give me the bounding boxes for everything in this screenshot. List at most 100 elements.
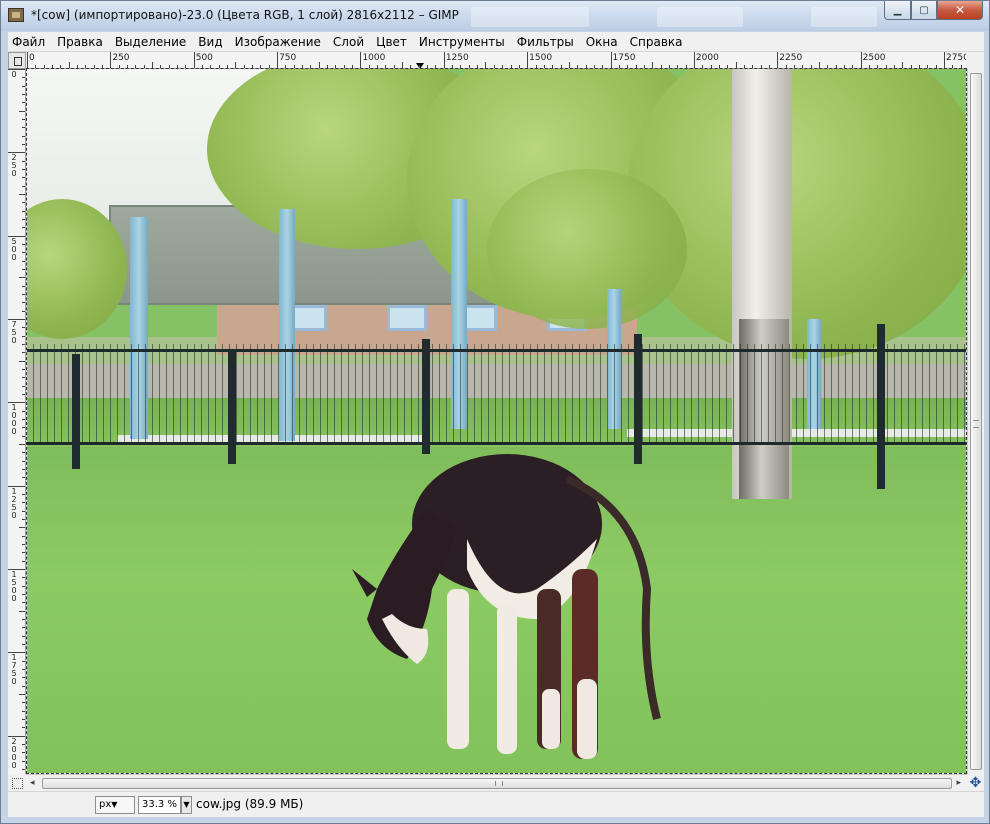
ruler-tick: [22, 244, 25, 245]
ruler-label: 1750: [612, 53, 636, 63]
ruler-tick: [218, 65, 220, 68]
vertical-ruler[interactable]: 0 250 500 750 1000 1250 1500 1750 2000: [8, 69, 26, 774]
navigate-icon[interactable]: ✥: [967, 774, 984, 791]
horizontal-ruler[interactable]: 0 250 500 750 1000 1250 1500 1750 2000 2250 2500 27…: [26, 52, 966, 69]
menu-item[interactable]: Цвет: [370, 32, 413, 52]
ruler-tick: [22, 377, 25, 379]
ruler-tick: [493, 65, 495, 68]
ruler-tick: [22, 752, 25, 754]
ruler-tick: [22, 627, 25, 629]
ruler-tick: [552, 65, 554, 68]
menu-item[interactable]: Правка: [51, 32, 109, 52]
ruler-tick: [22, 502, 25, 504]
ruler-tick: [935, 65, 937, 68]
gimp-app-icon[interactable]: [8, 8, 24, 22]
ruler-tick: [277, 52, 279, 68]
ruler-tick: [143, 65, 145, 68]
ruler-tick: [760, 65, 762, 68]
ruler-tick: [627, 65, 629, 68]
ruler-tick: [385, 65, 387, 68]
ruler-tick: [618, 65, 620, 68]
tree-foliage: [627, 69, 966, 359]
zoom-dropdown-icon[interactable]: ▼: [181, 796, 192, 814]
ruler-tick: [22, 560, 25, 562]
ruler-tick: [68, 62, 70, 68]
ruler-label: 500: [195, 53, 213, 63]
ruler-tick: [160, 65, 162, 68]
unit-value: px: [99, 799, 112, 810]
scroll-left-icon[interactable]: ◂: [30, 778, 35, 788]
close-button[interactable]: ✕: [937, 1, 983, 20]
ruler-tick: [943, 52, 945, 68]
minimize-button[interactable]: ▁: [884, 1, 911, 20]
ruler-tick: [610, 52, 612, 68]
menu-item[interactable]: Инструменты: [413, 32, 511, 52]
ruler-tick: [393, 65, 395, 68]
scroll-right-icon[interactable]: ▸: [956, 778, 961, 788]
ruler-tick: [285, 65, 287, 68]
ruler-tick: [502, 65, 504, 68]
vertical-scrollbar[interactable]: [967, 69, 984, 774]
title-bar[interactable]: *[cow] (импортировано)-23.0 (Цвета RGB, …: [1, 1, 989, 31]
ruler-tick: [22, 185, 25, 187]
menu-item[interactable]: Фильтры: [511, 32, 580, 52]
ruler-label: 1000: [362, 53, 386, 63]
ruler-label: 250: [112, 53, 130, 63]
ruler-tick: [22, 719, 25, 720]
ruler-tick: [22, 394, 25, 395]
horizontal-scrollbar[interactable]: ◂ ▸: [26, 774, 967, 791]
ruler-tick: [22, 294, 25, 295]
horizontal-scroll-thumb[interactable]: [42, 778, 952, 789]
ruler-tick: [22, 135, 25, 137]
menu-item[interactable]: Вид: [192, 32, 228, 52]
ruler-label: 250: [11, 153, 17, 179]
ruler-tick: [127, 65, 129, 68]
vertical-scroll-thumb[interactable]: [970, 73, 982, 770]
zoom-input[interactable]: 33.3 %: [138, 796, 181, 814]
background-window-tab: [811, 7, 877, 27]
ruler-tick: [22, 77, 25, 79]
ruler-tick: [22, 669, 25, 670]
ruler-tick: [102, 65, 104, 68]
ruler-tick: [22, 702, 25, 704]
background-window-tab: [657, 7, 743, 27]
unit-select[interactable]: px▼: [95, 796, 135, 814]
ruler-tick: [27, 52, 28, 68]
ruler-tick: [585, 65, 587, 68]
ruler-tick: [22, 352, 25, 354]
ruler-tick: [22, 477, 25, 479]
ruler-tick: [777, 52, 779, 68]
quick-mask-toggle[interactable]: [8, 774, 26, 791]
ruler-tick: [360, 52, 362, 68]
ruler-tick: [252, 65, 254, 68]
ruler-label: 2000: [695, 53, 719, 63]
ruler-tick: [152, 62, 154, 68]
chevron-down-icon: ▼: [111, 800, 118, 809]
ruler-tick: [52, 65, 53, 68]
maximize-button[interactable]: ▢: [911, 1, 937, 20]
ruler-tick: [768, 65, 770, 68]
view-menu-button[interactable]: [8, 52, 26, 69]
image-canvas[interactable]: [26, 68, 967, 774]
gimp-window: *[cow] (импортировано)-23.0 (Цвета RGB, …: [0, 0, 990, 824]
menu-item[interactable]: Файл: [8, 32, 51, 52]
ruler-tick: [19, 277, 25, 279]
ruler-tick: [22, 335, 25, 337]
ruler-label: 1000: [11, 403, 17, 437]
fence-rail: [27, 349, 966, 352]
menu-item[interactable]: Слой: [327, 32, 370, 52]
menu-item[interactable]: Справка: [624, 32, 689, 52]
ruler-tick: [668, 65, 670, 68]
ruler-tick: [22, 310, 25, 312]
ruler-tick: [677, 65, 679, 68]
menu-item[interactable]: Окна: [580, 32, 624, 52]
ruler-tick: [835, 65, 837, 68]
ruler-tick: [910, 65, 912, 68]
ruler-tick: [22, 685, 25, 687]
menu-item[interactable]: Изображение: [229, 32, 327, 52]
ruler-tick: [19, 610, 25, 612]
ruler-tick: [718, 65, 720, 68]
ruler-tick: [527, 52, 529, 68]
ruler-tick: [868, 65, 870, 68]
menu-item[interactable]: Выделение: [109, 32, 192, 52]
